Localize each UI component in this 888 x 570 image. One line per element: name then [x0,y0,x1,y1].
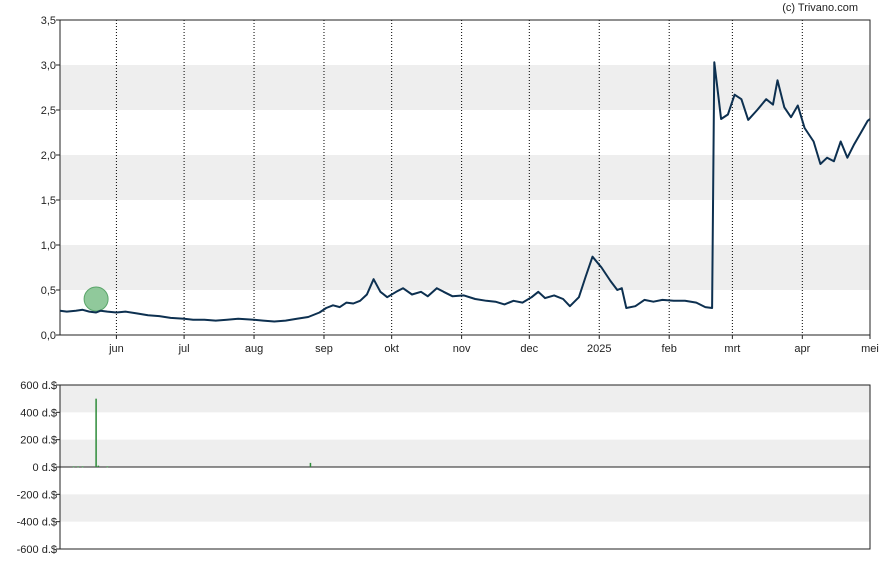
volume-y-tick-label: -600 d.$ [17,544,57,556]
volume-grid-bands [60,385,870,522]
price-x-tick-label: mrt [724,343,740,355]
price-x-tick-label: jun [108,343,124,355]
volume-y-axis: 600 d.$ 400 d.$ 200 d.$ 0 d.$ -200 d.$ -400 d… [17,380,60,556]
price-y-tick-label: 1,5 [41,195,56,207]
volume-y-tick-label: 200 d.$ [20,435,57,447]
price-x-tick-label: sep [315,343,333,355]
price-x-tick-label: aug [245,343,263,355]
price-x-tick-label: dec [520,343,538,355]
price-chart-panel: 0,0 0,5 1,0 1,5 2,0 2,5 3,0 3,5 jun jul aug sep okt… [41,15,879,355]
volume-y-tick-label: 0 d.$ [33,462,57,474]
price-x-tick-label: nov [453,343,471,355]
volume-bar [309,462,312,467]
price-y-tick-label: 2,0 [41,150,56,162]
price-x-tick-label: 2025 [587,343,611,355]
price-x-tick-label: okt [384,343,399,355]
price-y-tick-label: 0,0 [41,330,56,342]
price-y-tick-label: 3,5 [41,15,56,27]
credit-label: (c) Trivano.com [782,2,858,14]
chart-root: (c) Trivano.com 0,0 0,5 1,0 1,5 2,0 2,5 3,0 3,5… [0,0,888,565]
price-y-axis: 0,0 0,5 1,0 1,5 2,0 2,5 3,0 3,5 [41,15,60,342]
volume-chart-panel: 600 d.$ 400 d.$ 200 d.$ 0 d.$ -200 d.$ -400 d… [17,380,871,556]
chart-canvas: 0,0 0,5 1,0 1,5 2,0 2,5 3,0 3,5 jun jul aug sep okt… [17,15,879,556]
price-grid-bands [60,65,870,290]
volume-grid-band [60,439,870,467]
volume-bar [77,466,79,468]
price-x-tick-label: feb [662,343,677,355]
volume-y-tick-label: -200 d.$ [17,489,57,501]
price-y-tick-label: 2,5 [41,105,56,117]
volume-bar [95,398,97,467]
volume-bar [72,466,75,468]
price-y-tick-label: 3,0 [41,60,56,72]
price-x-tick-label: mei [861,343,879,355]
price-y-tick-label: 0,5 [41,285,56,297]
price-x-axis: jun jul aug sep okt nov dec 2025 feb mrt apr mei [108,335,879,355]
volume-y-tick-label: -400 d.$ [17,517,57,529]
price-x-tick-label: apr [794,343,810,355]
price-marker [83,286,109,312]
volume-y-tick-label: 400 d.$ [20,407,57,419]
price-x-tick-label: jul [178,343,190,355]
price-grid-band [60,245,870,290]
price-y-tick-label: 1,0 [41,240,56,252]
volume-bar [97,465,100,467]
volume-bar [81,466,84,468]
volume-y-tick-label: 600 d.$ [20,380,57,392]
volume-grid-band [60,494,870,522]
volume-bar [106,466,109,468]
price-grid-band [60,65,870,110]
volume-grid-band [60,385,870,413]
price-grid-band [60,155,870,200]
